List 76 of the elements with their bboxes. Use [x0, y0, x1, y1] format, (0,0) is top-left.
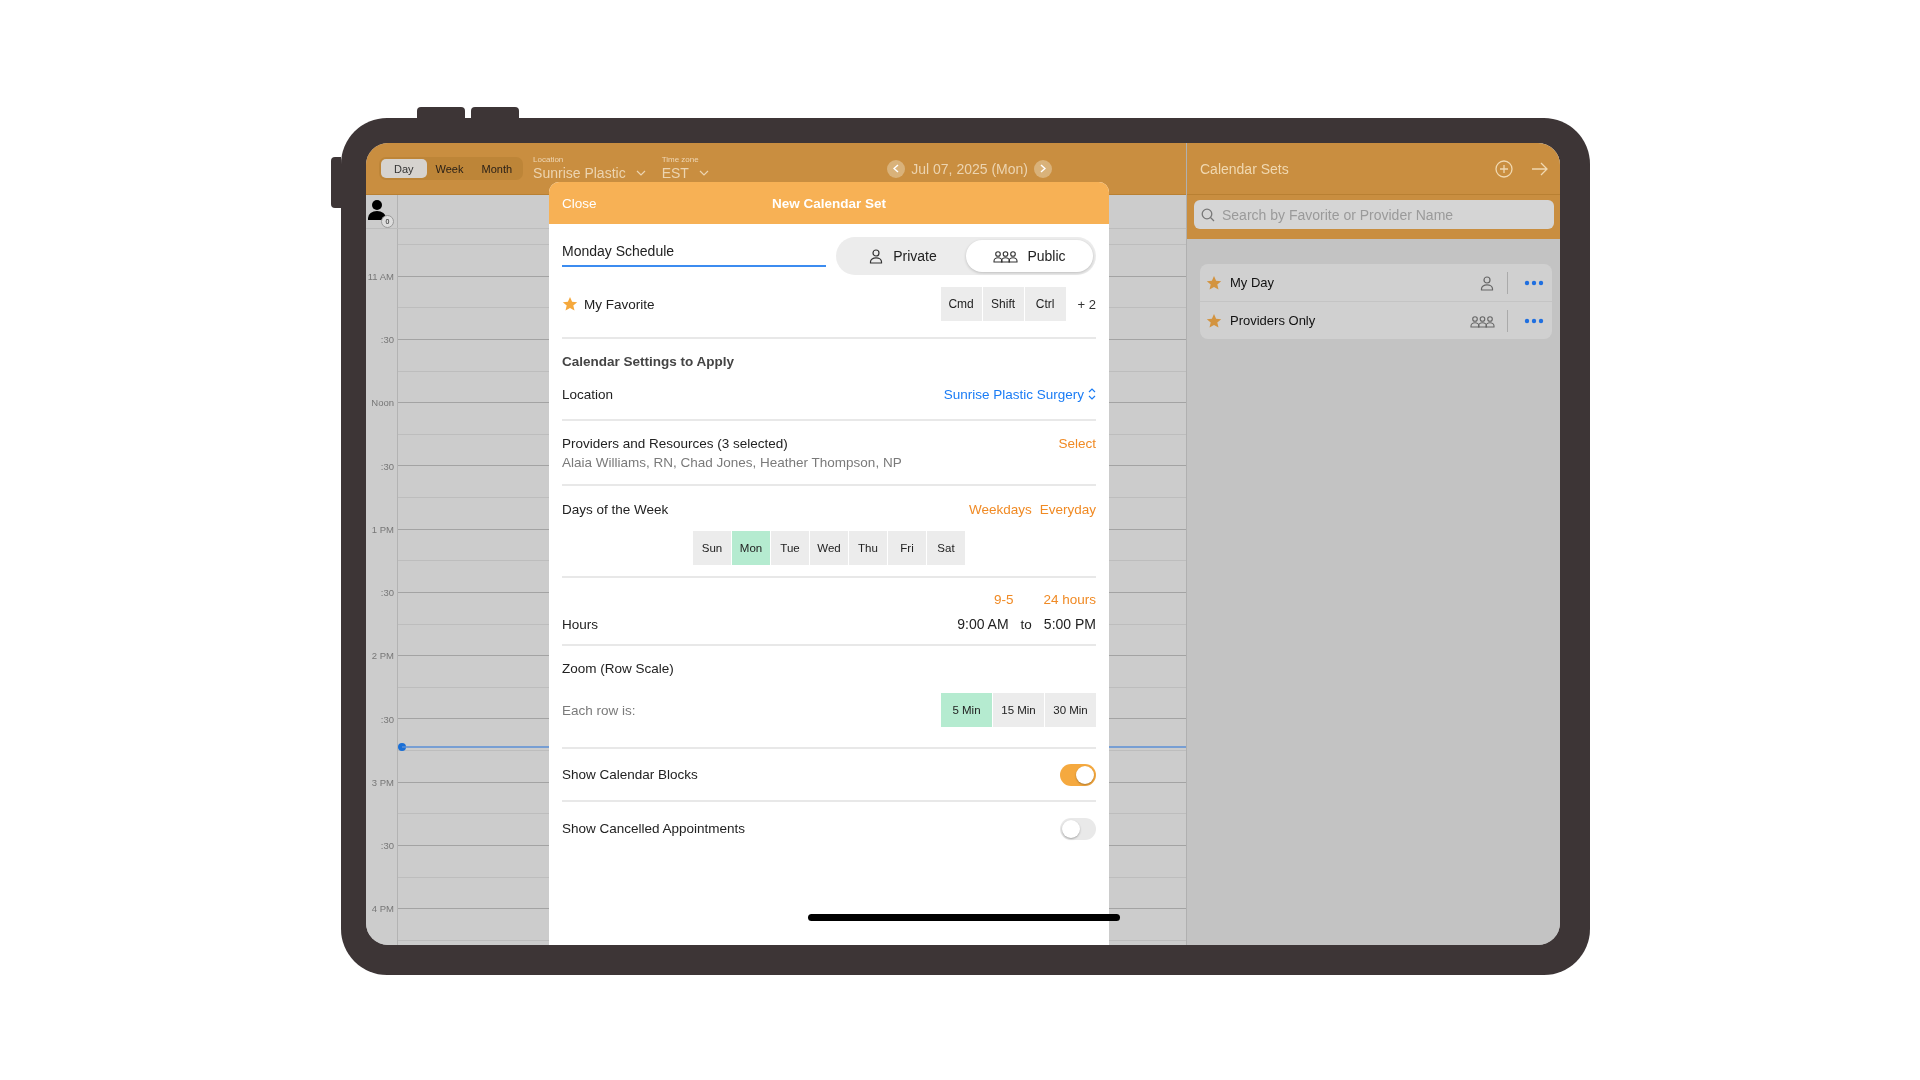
time-label: Noon	[371, 397, 394, 409]
day-toggle[interactable]: Sun	[693, 531, 731, 565]
toggle-switch[interactable]	[1060, 817, 1096, 840]
time-label: :30	[380, 587, 394, 599]
view-tab[interactable]: Month	[472, 159, 522, 178]
time-label: 2 PM	[371, 650, 394, 662]
toggle-label: Show Cancelled Appointments	[562, 821, 747, 836]
time-label: :30	[380, 713, 394, 725]
star-icon[interactable]	[562, 296, 578, 312]
calendar-set-name[interactable]: My Day	[1230, 275, 1471, 290]
field-label: Location	[562, 386, 615, 402]
provider-names: Alaia Williams, RN, Chad Jones, Heather Thompson, NP	[562, 454, 902, 470]
time-label: :30	[380, 460, 394, 472]
panel-title: Calendar Sets	[1200, 160, 1290, 177]
star-icon	[1206, 312, 1222, 329]
toggle-label: Show Calendar Blocks	[562, 767, 699, 782]
person-icon	[868, 248, 885, 264]
toggle-switch[interactable]	[1060, 763, 1096, 786]
more-icon	[1524, 279, 1544, 286]
location-picker[interactable]: Sunrise Plastic Surgery	[943, 386, 1096, 402]
row-scale-option[interactable]: 30 Min	[1045, 693, 1096, 727]
view-tab[interactable]: Day	[381, 159, 427, 178]
favorite-label: My Favorite	[584, 296, 656, 312]
row-scale-option[interactable]: 15 Min	[993, 693, 1044, 727]
chevron-icon	[1040, 164, 1046, 173]
visibility-option[interactable]: Private	[839, 240, 966, 272]
add-button[interactable]	[1495, 159, 1513, 178]
field-label: Each row is:	[562, 702, 637, 718]
group-icon	[993, 249, 1019, 263]
view-tab[interactable]: Week	[426, 159, 473, 178]
day-toggle[interactable]: Thu	[849, 531, 887, 565]
time-label: 3 PM	[371, 776, 394, 788]
person-icon	[1479, 274, 1495, 291]
shortcut-more: + 2	[1077, 296, 1096, 312]
chevron-down-icon[interactable]	[635, 169, 646, 176]
collapse-button[interactable]	[1531, 160, 1548, 177]
time-label: 1 PM	[371, 523, 394, 535]
person-icon[interactable]	[368, 200, 386, 220]
day-toggle[interactable]: Mon	[732, 531, 770, 565]
end-time[interactable]: 5:00 PM	[1043, 616, 1096, 632]
chevron-down-icon[interactable]	[698, 169, 709, 176]
row-scale-option[interactable]: 5 Min	[941, 693, 992, 727]
group-icon	[1470, 313, 1495, 328]
next-day-button[interactable]	[1034, 159, 1052, 178]
star-icon	[1206, 274, 1222, 291]
time-label: 4 PM	[371, 903, 394, 915]
start-time[interactable]: 9:00 AM	[957, 616, 1009, 632]
date-label: Jul 07, 2025 (Mon)	[911, 160, 1028, 177]
shortcut-key[interactable]: Ctrl	[1024, 287, 1066, 321]
time-label: 11 AM	[367, 270, 394, 282]
day-toggle[interactable]: Wed	[810, 531, 848, 565]
time-label: :30	[380, 334, 394, 346]
day-toggle[interactable]: Tue	[771, 531, 809, 565]
time-separator: to	[1020, 616, 1032, 632]
arrow-right-icon	[1531, 160, 1548, 177]
shortcut-key[interactable]: Shift	[982, 287, 1024, 321]
plus-icon	[1495, 159, 1513, 178]
search-field[interactable]: Search by Favorite or Provider Name	[1194, 200, 1554, 229]
field-label: Zoom (Row Scale)	[562, 660, 674, 676]
field-label: Location	[533, 154, 565, 165]
time-label: :30	[380, 840, 394, 852]
section-heading: Calendar Settings to Apply	[562, 353, 735, 369]
more-icon	[1524, 317, 1544, 324]
chevron-icon	[893, 164, 900, 173]
visibility-option[interactable]: Public	[966, 240, 1093, 272]
shortcut-key[interactable]: Cmd	[940, 287, 982, 321]
calendar-set-name[interactable]: Providers Only	[1230, 313, 1462, 328]
field-label: Providers and Resources (3 selected)	[562, 435, 789, 451]
dialog-title: New Calendar Set	[771, 195, 886, 211]
up-down-chevron-icon	[1088, 388, 1096, 400]
field-label: Time zone	[661, 154, 700, 165]
previous-day-button[interactable]	[887, 159, 906, 178]
day-toggle[interactable]: Fri	[888, 531, 926, 565]
field-label: Days of the Week	[562, 501, 670, 517]
day-toggle[interactable]: Sat	[927, 531, 965, 565]
field-label: Hours	[562, 616, 599, 632]
